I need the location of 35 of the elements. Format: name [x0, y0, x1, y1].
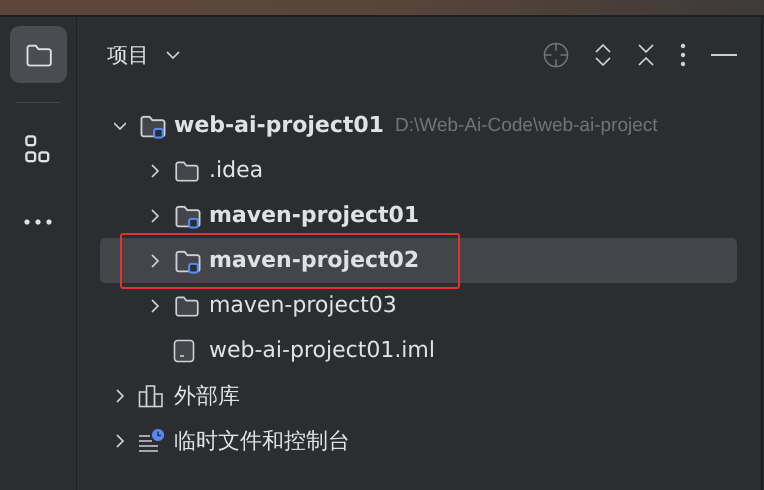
- tree-row[interactable]: .idea: [100, 148, 737, 193]
- tree-item-label: maven-project02: [209, 248, 420, 273]
- minimize-icon[interactable]: [711, 53, 737, 57]
- collapse-all-icon[interactable]: [637, 43, 655, 67]
- tree-item-label: web-ai-project01.iml: [209, 338, 435, 363]
- project-path: D:\Web-Ai-Code\web-ai-project: [395, 114, 658, 136]
- library-icon: [138, 384, 164, 408]
- crosshair-icon[interactable]: [543, 42, 569, 68]
- options-icon[interactable]: [680, 43, 686, 67]
- tree-item-label: 外部库: [174, 382, 240, 410]
- tree-row[interactable]: 临时文件和控制台: [100, 418, 737, 463]
- project-tool-button[interactable]: [10, 26, 66, 83]
- expand-all-icon[interactable]: [594, 43, 612, 67]
- tree-item-label: web-ai-project01: [174, 113, 384, 138]
- chevron-icon[interactable]: [149, 298, 161, 314]
- tree-row[interactable]: web-ai-project01.iml: [100, 328, 737, 373]
- panel-title-dropdown[interactable]: 项目: [101, 41, 181, 69]
- tree-item-label: .idea: [209, 158, 264, 183]
- tree-item-label: maven-project03: [209, 293, 397, 318]
- selected-tree-row[interactable]: maven-project02: [100, 238, 737, 283]
- caret-icon: [165, 50, 181, 60]
- chevron-icon[interactable]: [114, 388, 126, 404]
- ellipsis-icon: [23, 218, 53, 226]
- tree-row[interactable]: web-ai-project01 D:\Web-Ai-Code\web-ai-project: [100, 103, 737, 148]
- tree-row[interactable]: maven-project01: [100, 193, 737, 238]
- tree-item-label: 临时文件和控制台: [174, 428, 350, 456]
- chevron-icon[interactable]: [149, 252, 161, 268]
- chevron-icon[interactable]: [149, 162, 161, 178]
- scratch-list-icon: [138, 428, 166, 454]
- tree-item-label: maven-project01: [209, 203, 420, 228]
- tree-row[interactable]: 外部库: [100, 373, 737, 418]
- chevron-icon[interactable]: [149, 208, 161, 224]
- file-icon: [173, 338, 195, 362]
- chevron-icon[interactable]: [114, 432, 126, 448]
- tree-row[interactable]: maven-project03: [100, 283, 737, 328]
